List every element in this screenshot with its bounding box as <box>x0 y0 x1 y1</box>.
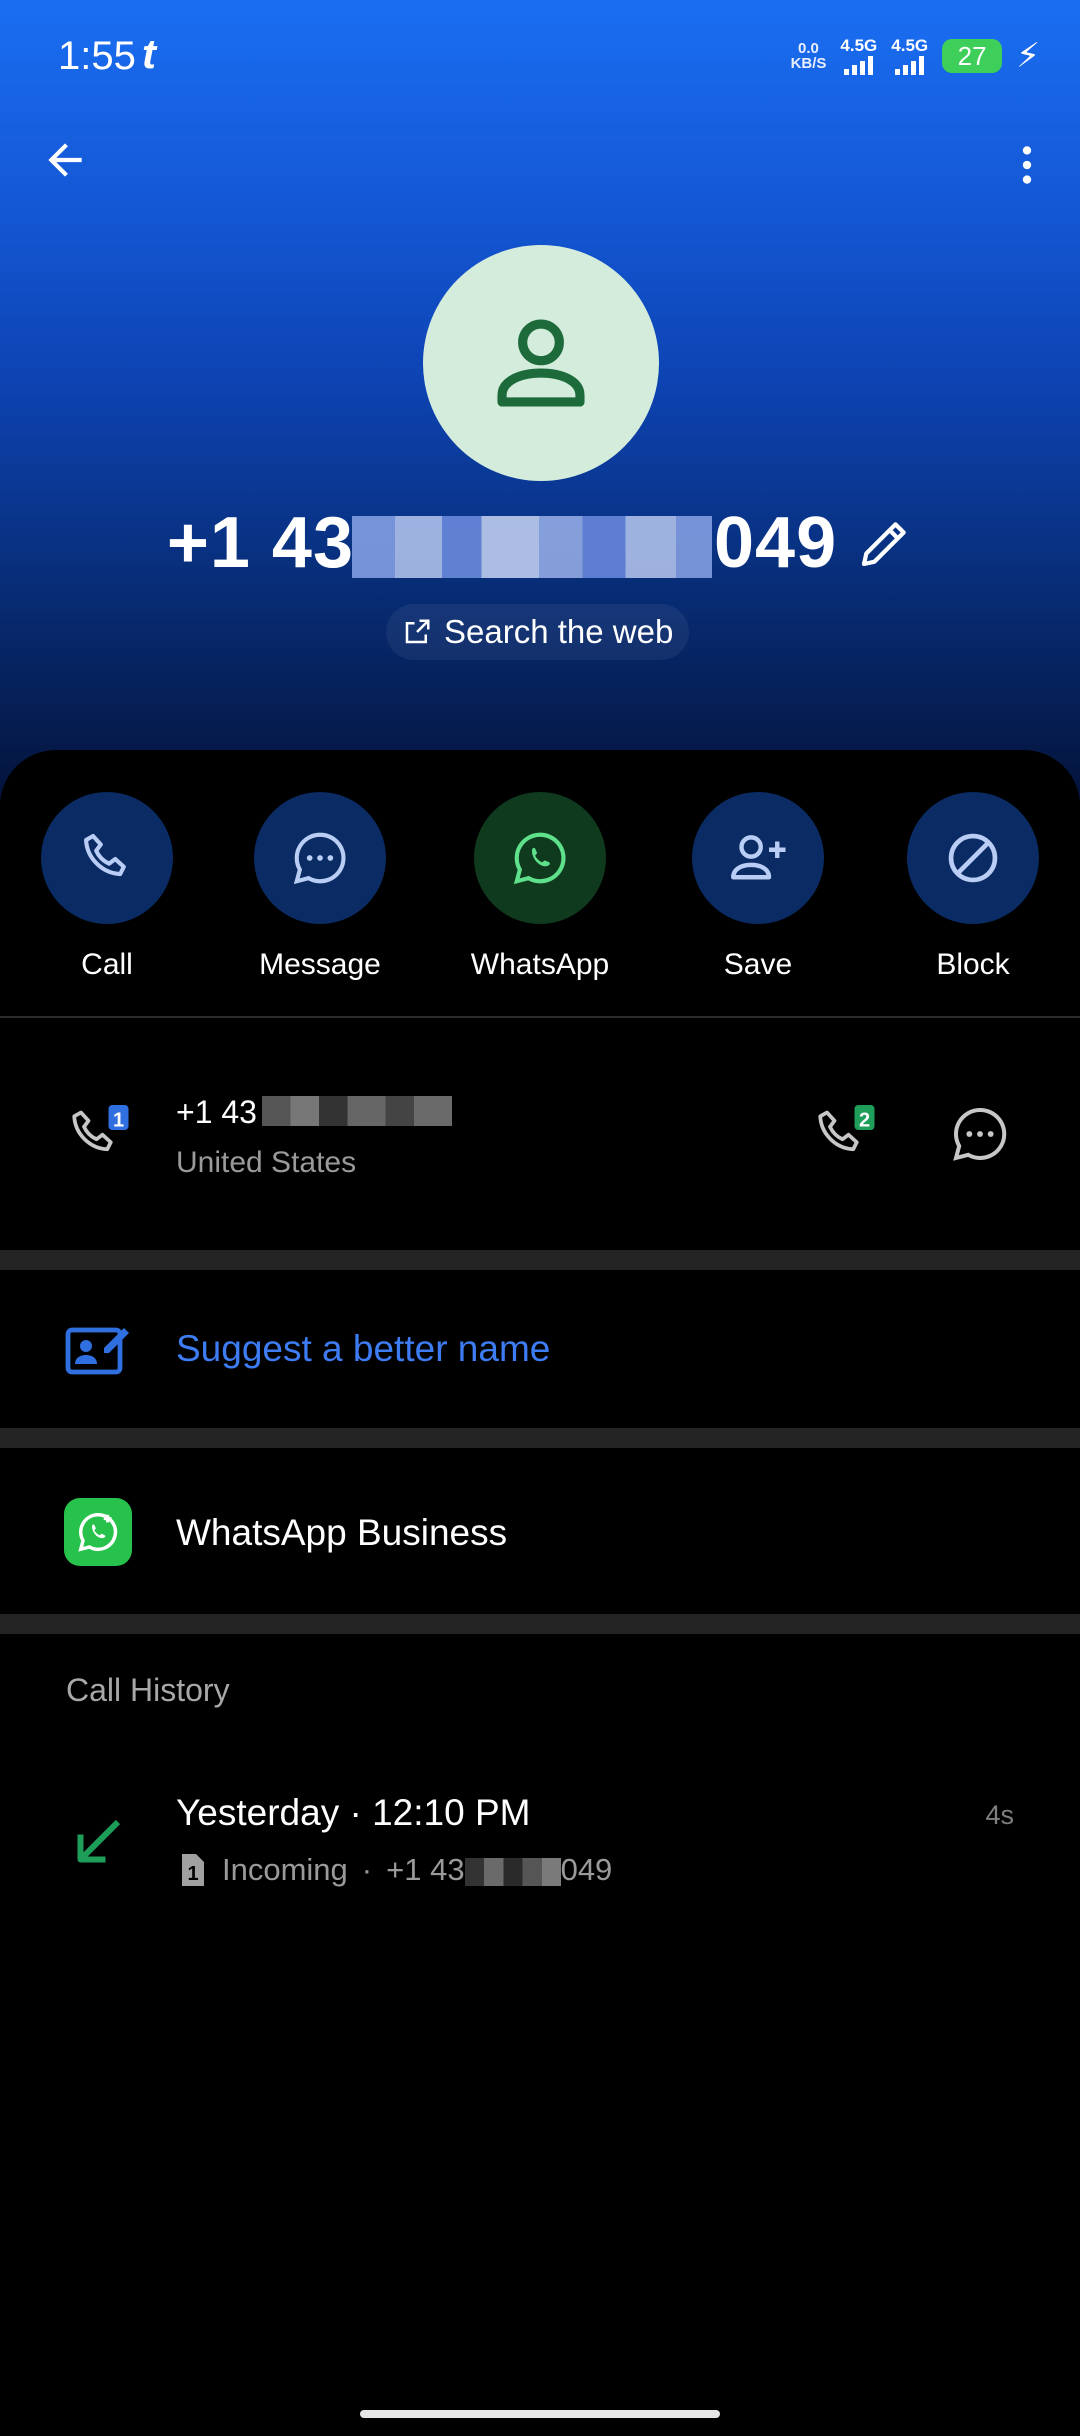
net-speed-unit: KB/S <box>790 55 827 72</box>
search-web-label: Search the web <box>444 613 674 650</box>
message-button[interactable] <box>254 792 386 924</box>
suggest-name-link[interactable]: Suggest a better name <box>176 1328 550 1370</box>
divider <box>0 1016 1080 1018</box>
call-history-title: Call History <box>66 1672 230 1708</box>
signal-1-label: 4.5G <box>840 36 878 55</box>
call-history-detail: 1 Incoming · +1 43 049 <box>176 1852 612 1888</box>
person-icon <box>497 319 585 407</box>
save-label: Save <box>723 948 793 981</box>
phone-number: +1 43 <box>176 1094 257 1130</box>
number-prefix: +1 43 <box>166 503 355 583</box>
signal-2-label: 4.5G <box>891 36 929 55</box>
call-button[interactable] <box>41 792 173 924</box>
signal-bars-icon <box>844 55 874 75</box>
section-divider <box>0 1250 1080 1270</box>
battery-indicator: 27 <box>942 39 1003 73</box>
more-vert-icon <box>1022 146 1032 184</box>
back-button[interactable] <box>40 135 90 185</box>
sim1-badge: 1 <box>113 1109 124 1131</box>
call-label: Call <box>81 948 133 981</box>
call-action[interactable]: Call <box>17 792 197 982</box>
contact-number: +1 43 049 <box>167 502 837 584</box>
block-label: Block <box>936 948 1010 981</box>
status-time: 1:55 <box>58 34 136 78</box>
contact-number-row: +1 43 049 <box>0 502 1080 584</box>
sim2-call-icon[interactable]: 2 <box>812 1100 882 1170</box>
add-person-icon <box>731 835 786 880</box>
whatsapp-action[interactable]: WhatsApp <box>450 792 630 982</box>
search-web-button[interactable]: Search the web <box>386 604 690 660</box>
phone-icon <box>84 833 126 877</box>
message-label: Message <box>259 948 381 981</box>
signal-2: 4.5G <box>891 37 928 75</box>
save-button[interactable] <box>692 792 824 924</box>
message-bubble-icon <box>293 832 346 885</box>
message-action[interactable]: Message <box>230 792 410 982</box>
action-bar: Call Message WhatsApp Save Block <box>0 792 1080 992</box>
whatsapp-glyph <box>78 1513 118 1552</box>
charging-bolt-icon: ⚡ <box>1016 37 1040 75</box>
save-action[interactable]: Save <box>668 792 848 982</box>
block-action[interactable]: Block <box>883 792 1063 982</box>
call-history-time[interactable]: Yesterday · 12:10 PM <box>176 1792 530 1834</box>
whatsapp-icon <box>513 832 566 885</box>
signal-1: 4.5G <box>840 37 877 75</box>
contact-avatar <box>423 245 659 481</box>
app-notification-icon: t <box>142 30 156 77</box>
section-divider <box>0 1428 1080 1448</box>
pixelated-redaction <box>262 1096 452 1126</box>
status-bar: 1:55 t 0.0 KB/S 4.5G 4.5G 27 ⚡ <box>0 0 1080 110</box>
edit-contact-card-icon <box>65 1327 129 1375</box>
separator-dot: · <box>361 1852 373 1887</box>
incoming-call-arrow-icon <box>77 1819 121 1863</box>
external-link-icon <box>405 619 430 644</box>
net-speed-value: 0.0 <box>798 40 819 57</box>
whatsapp-business-icon <box>64 1498 132 1566</box>
home-indicator[interactable] <box>360 2410 720 2418</box>
whatsapp-business-label: WhatsApp Business <box>176 1512 508 1553</box>
sim-badge: 1 <box>187 1863 198 1885</box>
number-suffix: 049 <box>714 503 838 583</box>
edit-pencil-icon[interactable] <box>857 515 913 571</box>
back-arrow-icon <box>48 143 82 177</box>
sim1-call-icon[interactable]: 1 <box>66 1100 136 1170</box>
sim1-icon: 1 <box>182 1854 204 1886</box>
call-type: Incoming <box>222 1852 348 1887</box>
more-options-button[interactable] <box>1002 135 1052 195</box>
call-number: +1 43 049 <box>386 1852 612 1888</box>
block-button[interactable] <box>907 792 1039 924</box>
whatsapp-label: WhatsApp <box>470 948 610 981</box>
sim2-badge: 2 <box>859 1109 870 1131</box>
block-icon <box>948 833 998 883</box>
pixelated-redaction <box>464 1857 561 1886</box>
call-duration: 4s <box>985 1800 1014 1830</box>
signal-bars-icon <box>895 55 925 75</box>
phone-number-row[interactable] <box>0 1060 1080 1260</box>
whatsapp-button[interactable] <box>474 792 606 924</box>
pixelated-redaction <box>351 516 712 578</box>
message-bubble-icon[interactable] <box>948 1102 1012 1166</box>
battery-level: 27 <box>957 40 987 71</box>
status-icons: 0.0 KB/S 4.5G 4.5G 27 ⚡ <box>791 36 1040 76</box>
whatsapp-business-row[interactable] <box>0 1452 1080 1612</box>
call-number-suffix: 049 <box>560 1852 613 1887</box>
call-number-prefix: +1 43 <box>386 1852 465 1887</box>
net-speed: 0.0 KB/S <box>791 41 827 71</box>
phone-country: United States <box>176 1146 357 1179</box>
section-divider <box>0 1614 1080 1634</box>
